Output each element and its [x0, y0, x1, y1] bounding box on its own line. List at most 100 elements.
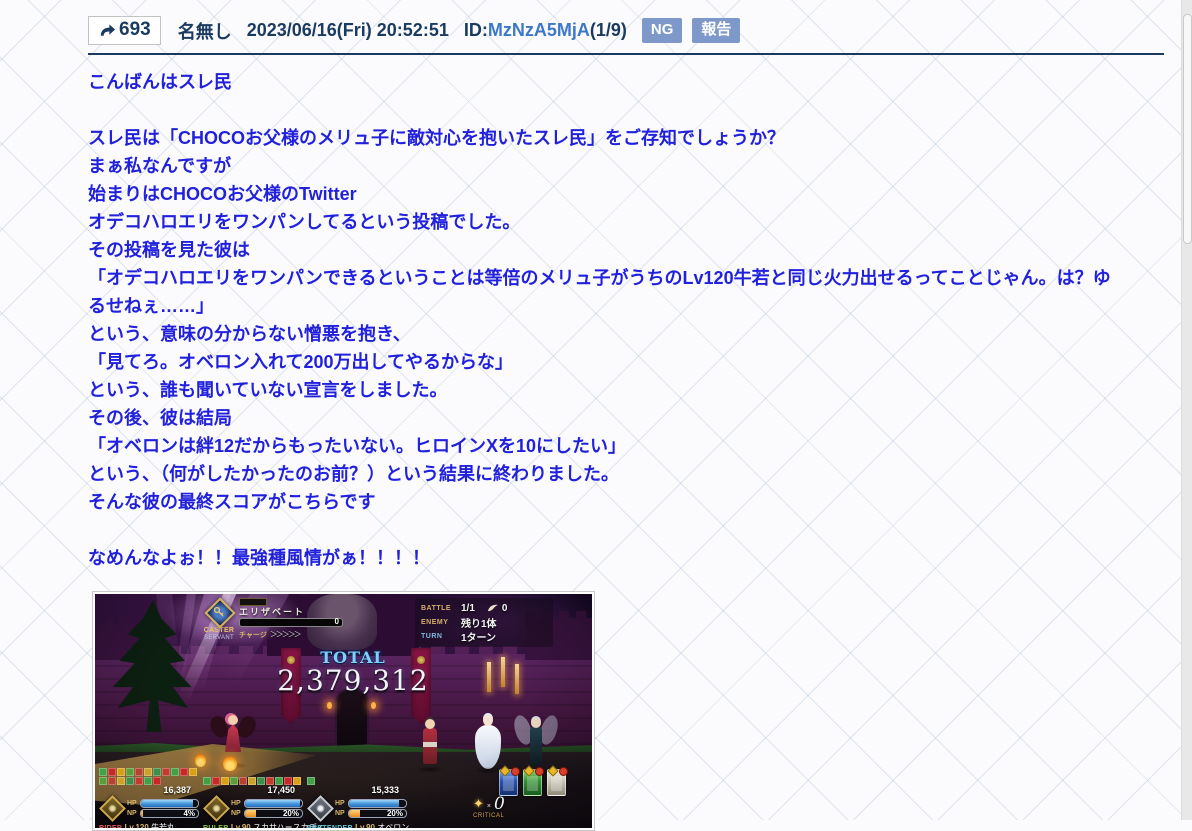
total-damage: TOTAL 2,379,312	[261, 649, 445, 696]
post-number-text: 693	[119, 19, 151, 40]
battle-value: 1/1	[461, 602, 475, 614]
battle-label: BATTLE	[421, 604, 452, 612]
servant-hp-value: 17,450	[267, 785, 295, 795]
class-icon-ruler	[203, 795, 230, 822]
buff-icon	[221, 777, 229, 785]
np-label: NP	[335, 809, 345, 817]
buff-icon	[239, 777, 247, 785]
buff-icon	[284, 777, 292, 785]
servant-name: オベロン	[377, 823, 410, 828]
hp-label: HP	[127, 799, 137, 807]
enemy-class-secondary: SERVANT	[204, 635, 234, 641]
ng-button[interactable]: NG	[641, 17, 683, 44]
charge-arrows: ＞＞＞＞＞	[269, 630, 302, 639]
post-body-line: その後、彼は結局	[88, 408, 232, 428]
post-number[interactable]: 693	[88, 16, 161, 45]
buff-icon	[171, 768, 179, 776]
servant-status-skadi: 17,450 HP NP 20% RULE	[203, 766, 324, 828]
post-body-line: スレ民は「CHOCOお父様のメリュ子に敵対心を抱いたスレ民」をご存知でしょうか？	[88, 128, 785, 148]
hp-bar	[348, 798, 407, 808]
report-button[interactable]: 報告	[692, 17, 741, 44]
np-bar: 20%	[348, 808, 407, 818]
scrollbar-thumb[interactable]	[1183, 14, 1192, 244]
buff-icon	[126, 768, 134, 776]
attached-screenshot-thumbnail[interactable]: CASTER SERVANT エリザベート 0 チャージ ＞＞＞＞＞ BATTL…	[92, 591, 595, 831]
buff-icon	[144, 777, 152, 785]
np-label: NP	[127, 809, 137, 817]
buff-icon	[275, 777, 283, 785]
np-percent: 4%	[183, 808, 195, 818]
buff-icon	[108, 777, 116, 785]
castle-gate	[335, 688, 369, 752]
servant-level: Lv.90	[355, 823, 375, 828]
times-glyph: ×	[486, 803, 491, 810]
post-body-line: 始まりはCHOCOお父様のTwitter	[88, 184, 357, 204]
post-body-line: るせねぇ……」	[88, 296, 214, 316]
servant-class: PRETENDER	[307, 825, 353, 828]
np-label: NP	[231, 809, 241, 817]
post-body: こんばんはスレ民 スレ民は「CHOCOお父様のメリュ子に敵対心を抱いたスレ民」を…	[88, 68, 1164, 572]
arts-card-icon	[499, 765, 520, 796]
page-scrollbar[interactable]	[1181, 0, 1192, 820]
enemy-status-panel: CASTER SERVANT エリザベート 0 チャージ ＞＞＞＞＞	[201, 597, 343, 642]
buff-icon	[135, 768, 143, 776]
buff-icon	[230, 777, 238, 785]
post-body-line: 「見てろ。オベロン入れて200万出してやるからな」	[88, 352, 513, 372]
buff-icon	[162, 768, 170, 776]
buff-icon	[257, 777, 265, 785]
np-bar: 20%	[244, 808, 303, 818]
torch-light	[371, 702, 376, 709]
post-id: ID:MzNzA5MjA(1/9)	[464, 20, 627, 41]
total-value: 2,379,312	[277, 664, 429, 697]
bbs-post: 693 名無し 2023/06/16(Fri) 20:52:51 ID:MzNz…	[88, 16, 1164, 831]
post-body-line: 「オデコハロエリをワンパンできるということは等倍のメリュ子がうちのLv120牛若…	[88, 268, 1111, 288]
buff-row	[99, 766, 199, 785]
critical-label: CRITICAL	[473, 813, 505, 819]
buff-icon	[126, 777, 134, 785]
enemy-label: ENEMY	[421, 618, 449, 626]
poster-name: 名無し	[177, 21, 232, 42]
sprite-ushiwakamaru	[416, 718, 444, 773]
star-icon: ✦	[473, 796, 484, 811]
bird-icon	[487, 604, 498, 612]
enemy-remaining: 残り1体	[461, 618, 497, 630]
buff-icon	[99, 768, 107, 776]
sprite-oberon	[509, 713, 563, 776]
servant-status-oberon: 15,333 HP NP 20% PRET	[307, 766, 410, 828]
buff-icon	[293, 777, 301, 785]
servant-level: Lv.90	[230, 823, 251, 828]
np-bar: 4%	[140, 808, 199, 818]
buff-icon	[153, 768, 161, 776]
lit-window	[487, 662, 491, 692]
buff-icon	[212, 777, 220, 785]
servant-name: 牛若丸	[151, 823, 176, 828]
servant-hp-value: 16,387	[163, 785, 191, 795]
servant-class: RIDER	[99, 825, 122, 828]
sprite-skadi	[473, 713, 503, 774]
charge-label: チャージ	[239, 631, 267, 639]
post-body-line: なめんなよぉ！！最強種風情がぁ！！！！	[88, 548, 430, 568]
torch-light	[327, 702, 332, 709]
post-body-line: その投稿を見た彼は	[88, 240, 250, 260]
servant-status-ushiwakamaru: 16,387 HP NP 4% RIDER	[99, 766, 199, 828]
post-body-line	[88, 516, 1164, 544]
hp-label: HP	[335, 799, 345, 807]
post-body-line: オデコハロエリをワンパンしてるという投稿でした。	[88, 212, 521, 232]
buff-icon	[135, 777, 143, 785]
lit-window	[501, 657, 505, 687]
buff-icon	[307, 777, 315, 785]
post-body-line: という、（何がしたかったのお前？）という結果に終わりました。	[88, 464, 619, 484]
post-body-line: まぁ私なんですが	[88, 156, 232, 176]
servant-hp-value: 15,333	[371, 785, 399, 795]
servant-level: Lv.120	[124, 823, 149, 828]
buff-icon	[266, 777, 274, 785]
hp-bar	[244, 798, 303, 808]
post-body-line	[88, 96, 1164, 124]
buff-icon	[99, 777, 107, 785]
buff-icon	[108, 768, 116, 776]
critical-count: 0	[494, 794, 505, 814]
lit-window	[515, 664, 519, 694]
post-body-line: そんな彼の最終スコアがこちらです	[88, 492, 376, 512]
post-id-link[interactable]: MzNzA5MjA	[488, 20, 590, 40]
post-header: 693 名無し 2023/06/16(Fri) 20:52:51 ID:MzNz…	[88, 16, 1164, 55]
